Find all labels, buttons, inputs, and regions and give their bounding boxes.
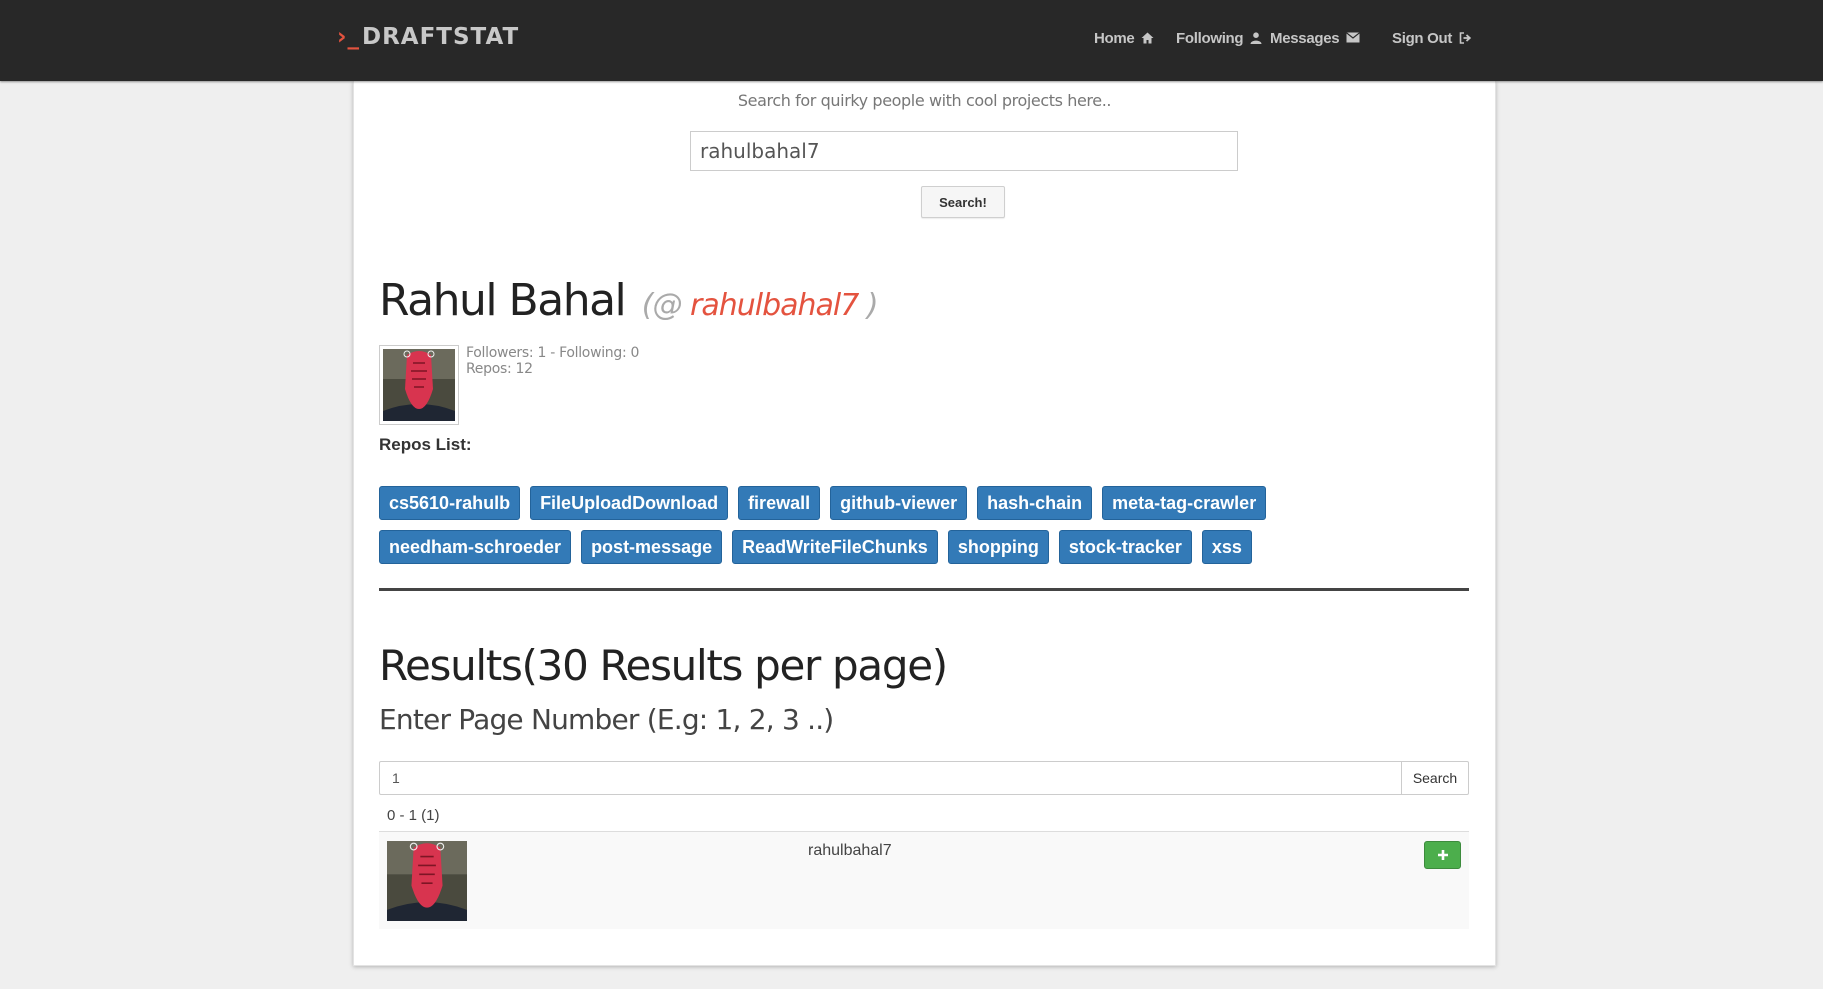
profile-stats: Followers: 1 - Following: 0 Repos: 12 (466, 345, 639, 377)
repo-button[interactable]: cs5610-rahulb (379, 486, 521, 520)
page-search-button[interactable]: Search (1401, 761, 1469, 795)
handle-open: (@ (641, 288, 691, 323)
nav-messages-link[interactable]: Messages (1270, 30, 1361, 47)
result-avatar (387, 841, 467, 921)
sign-out-icon (1459, 32, 1473, 44)
nav-following-label: Following (1176, 30, 1244, 47)
nav-messages-label: Messages (1270, 30, 1340, 47)
repo-button[interactable]: hash-chain (977, 486, 1093, 520)
plus-icon (1437, 850, 1448, 860)
repo-button[interactable]: meta-tag-crawler (1102, 486, 1267, 520)
repo-button[interactable]: stock-tracker (1058, 530, 1192, 564)
brand-logo[interactable]: ›_DRAFTSTAT (337, 24, 519, 50)
follow-button[interactable] (1424, 841, 1461, 869)
repo-row: cs5610-rahulb FileUploadDownload firewal… (379, 486, 1479, 520)
results-range: 0 - 1 (1) (387, 807, 440, 824)
repo-button[interactable]: ReadWriteFileChunks (732, 530, 938, 564)
handle-close: ) (858, 288, 879, 323)
nav-home-label: Home (1094, 30, 1135, 47)
main-container: Search for quirky people with cool proje… (353, 81, 1496, 966)
brand-prompt: ›_ (337, 24, 360, 50)
user-search-input[interactable] (690, 131, 1238, 171)
profile-header: Rahul Bahal (@ rahulbahal7 ) (379, 275, 879, 326)
repo-list: cs5610-rahulb FileUploadDownload firewal… (379, 486, 1479, 574)
results-table: rahulbahal7 (379, 831, 1469, 929)
followers-following-text: Followers: 1 - Following: 0 (466, 345, 640, 361)
page-number-label: Enter Page Number (E.g: 1, 2, 3 ..) (379, 703, 834, 736)
repo-button[interactable]: shopping (947, 530, 1049, 564)
repo-button[interactable]: xss (1201, 530, 1252, 564)
page-number-input[interactable] (379, 761, 1402, 795)
search-tagline: Search for quirky people with cool proje… (737, 91, 1112, 110)
results-title: Results(30 Results per page) (379, 641, 948, 690)
repo-button[interactable]: needham-schroeder (379, 530, 572, 564)
nav-following-link[interactable]: Following (1176, 30, 1264, 47)
brand-name: DRAFTSTAT (361, 24, 520, 50)
envelope-icon (1346, 32, 1361, 44)
profile-username[interactable]: rahulbahal7 (690, 288, 859, 323)
nav-signout-label: Sign Out (1392, 30, 1453, 47)
repos-list-title: Repos List: (379, 435, 472, 454)
user-icon (1250, 32, 1264, 44)
repo-button[interactable]: firewall (738, 486, 821, 520)
profile-name: Rahul Bahal (379, 275, 627, 326)
nav-signout-link[interactable]: Sign Out (1392, 30, 1473, 47)
repo-button[interactable]: post-message (581, 530, 723, 564)
user-search-button[interactable]: Search! (921, 186, 1005, 218)
nav-home-link[interactable]: Home (1094, 30, 1155, 47)
top-navbar: ›_DRAFTSTAT Home Following Messages Sign… (0, 0, 1823, 81)
profile-avatar (379, 345, 459, 425)
section-divider (379, 588, 1469, 591)
result-username[interactable]: rahulbahal7 (808, 842, 892, 860)
home-icon (1141, 32, 1155, 44)
repo-button[interactable]: github-viewer (830, 486, 968, 520)
repos-count-text: Repos: 12 (466, 361, 533, 377)
repo-button[interactable]: FileUploadDownload (530, 486, 729, 520)
profile-handle: (@ rahulbahal7 ) (641, 288, 879, 323)
avatar-image (383, 349, 455, 421)
repo-row: needham-schroeder post-message ReadWrite… (379, 530, 1479, 564)
